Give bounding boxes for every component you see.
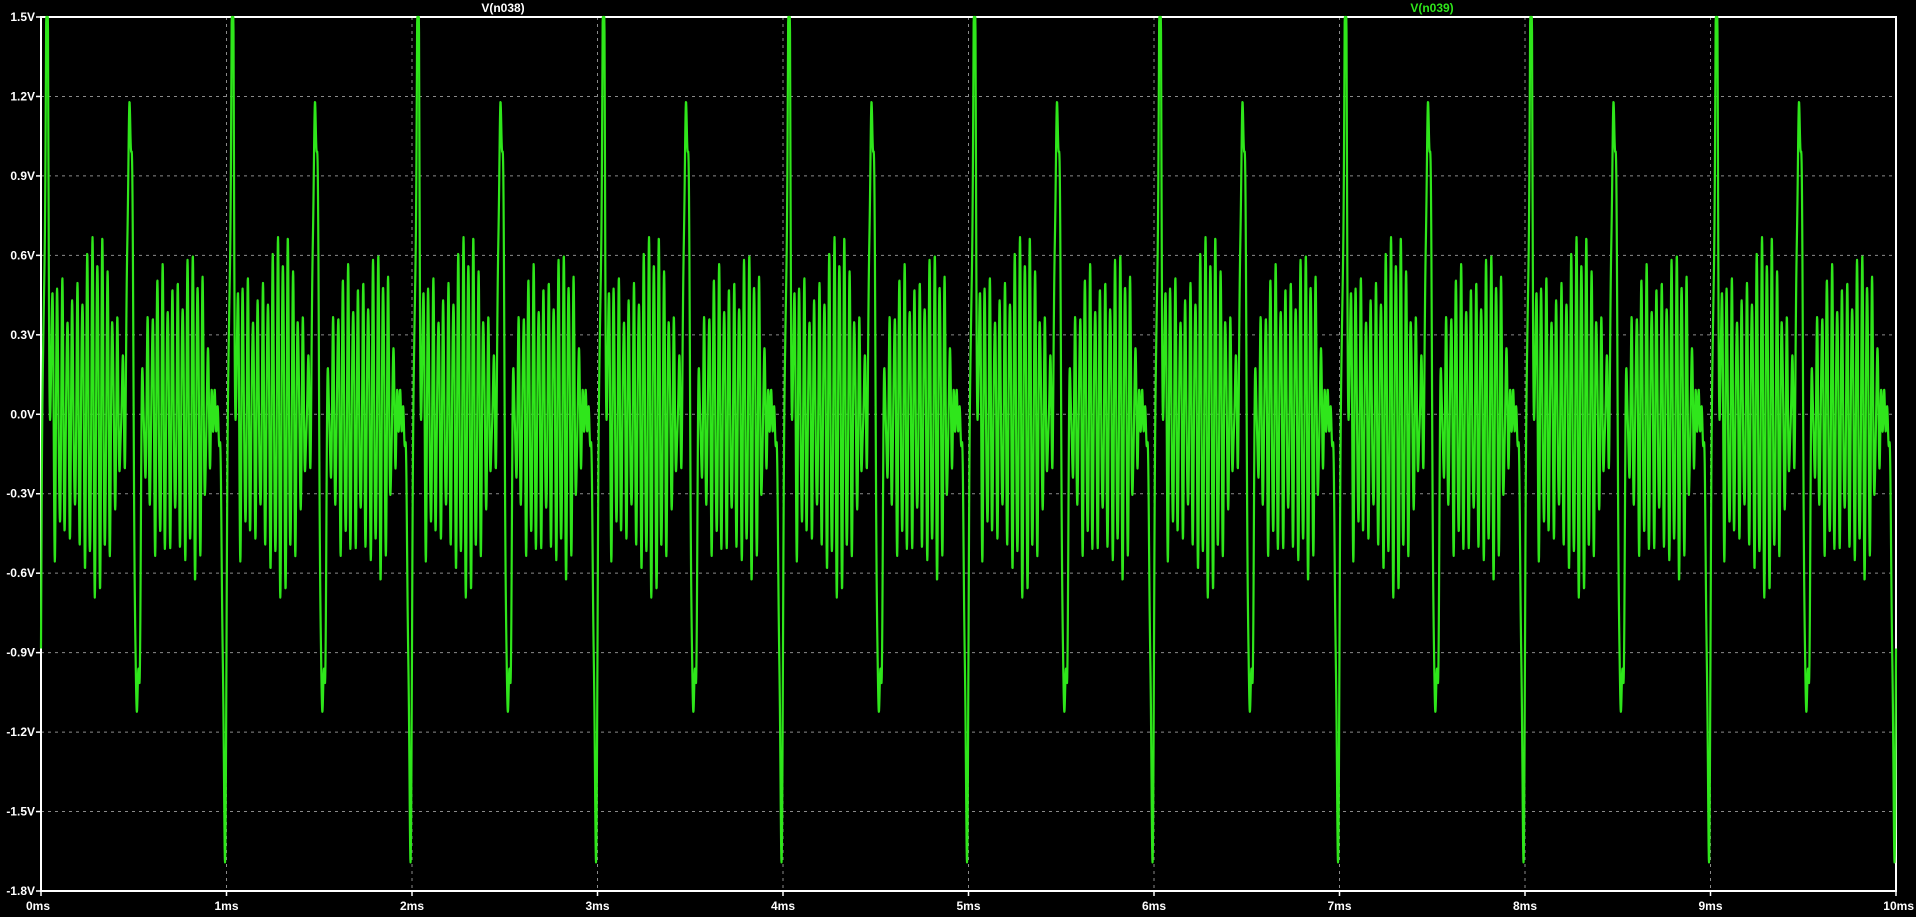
y-tick-label: 1.5V [10,10,35,24]
y-tick-label: 0.0V [10,407,35,421]
y-tick-label: 0.9V [10,169,35,183]
y-tick-label: -1.2V [6,725,35,739]
x-tick-label: 2ms [400,899,424,913]
x-tick-label: 10ms [1883,899,1914,913]
x-tick-label: 4ms [771,899,795,913]
y-tick-label: -1.8V [6,884,35,898]
x-tick-label: 1ms [214,899,238,913]
y-tick-label: -0.3V [6,487,35,501]
y-tick-label: 1.2V [10,89,35,103]
trace-label-v-n038[interactable]: V(n038) [481,1,524,15]
y-tick-label: -0.6V [6,566,35,580]
trace-label-v-n039[interactable]: V(n039) [1410,1,1453,15]
y-tick-label: 0.6V [10,248,35,262]
x-tick-label: 6ms [1142,899,1166,913]
x-tick-label: 3ms [585,899,609,913]
x-tick-label: 8ms [1513,899,1537,913]
y-tick-label: -0.9V [6,646,35,660]
x-tick-label: 5ms [956,899,980,913]
y-tick-label: 0.3V [10,328,35,342]
waveform-plot: 1.5V 1.2V 0.9V 0.6V 0.3V 0.0V -0.3V -0.6V -0.9V -… [0,0,1916,917]
x-tick-label: 0ms [26,899,50,913]
x-tick-label: 7ms [1327,899,1351,913]
y-tick-label: -1.5V [6,805,35,819]
x-tick-label: 9ms [1698,899,1722,913]
